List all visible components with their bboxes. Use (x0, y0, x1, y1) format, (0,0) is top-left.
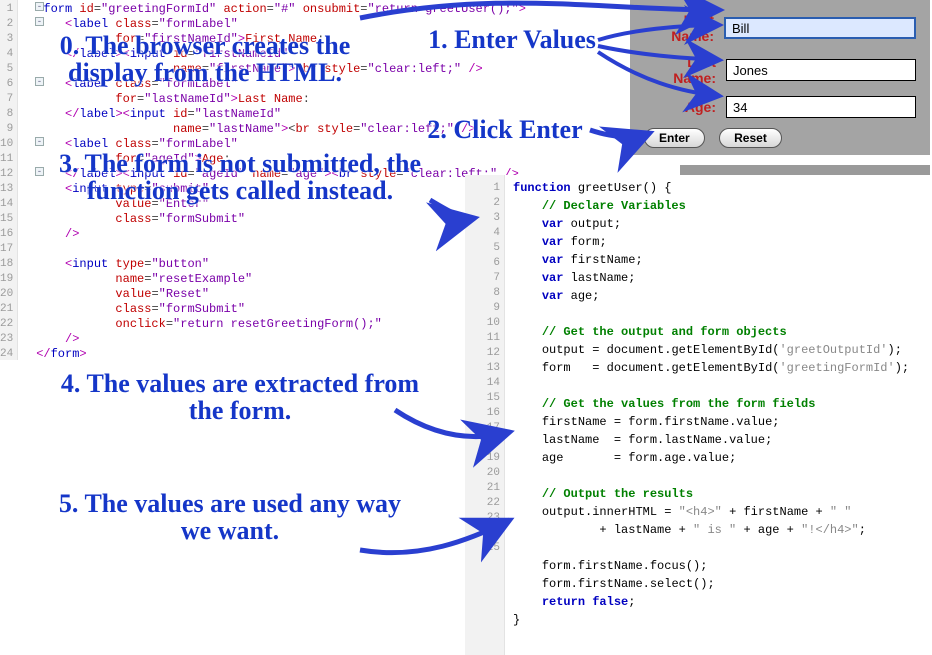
right-code-lines: function greetUser() { // Declare Variab… (505, 175, 909, 655)
right-gutter: 1234567891011121314151617181920212223242… (465, 175, 505, 655)
left-code-lines: <form id="greetingFormId" action="#" ons… (30, 0, 526, 360)
left-fold-column: - - - - - (34, 0, 46, 360)
age-label: Age: (644, 99, 716, 115)
fold-icon: - (35, 77, 44, 86)
left-gutter: 123456789101112131415161718192021222324 (0, 0, 18, 360)
lastname-row: Last Name: (644, 54, 916, 86)
annotation-4: 4. The values are extracted from the for… (60, 370, 420, 425)
reset-button[interactable]: Reset (719, 128, 782, 148)
firstname-label: First Name: (644, 12, 714, 44)
fold-icon: - (35, 167, 44, 176)
firstname-row: First Name: (644, 12, 916, 44)
lastname-label: Last Name: (644, 54, 716, 86)
button-row: Enter Reset (644, 128, 916, 148)
fold-icon: - (35, 2, 44, 11)
annotation-5: 5. The values are used any way we want. (50, 490, 410, 545)
fold-icon: - (35, 137, 44, 146)
lastname-input[interactable] (726, 59, 916, 81)
enter-button[interactable]: Enter (644, 128, 705, 148)
html-source-panel: 123456789101112131415161718192021222324 … (0, 0, 470, 360)
age-input[interactable] (726, 96, 916, 118)
fold-icon: - (35, 17, 44, 26)
age-row: Age: (644, 96, 916, 118)
js-source-panel: 1234567891011121314151617181920212223242… (465, 175, 932, 655)
firstname-input[interactable] (724, 17, 916, 39)
greeting-form-panel: First Name: Last Name: Age: Enter Reset (630, 0, 930, 155)
